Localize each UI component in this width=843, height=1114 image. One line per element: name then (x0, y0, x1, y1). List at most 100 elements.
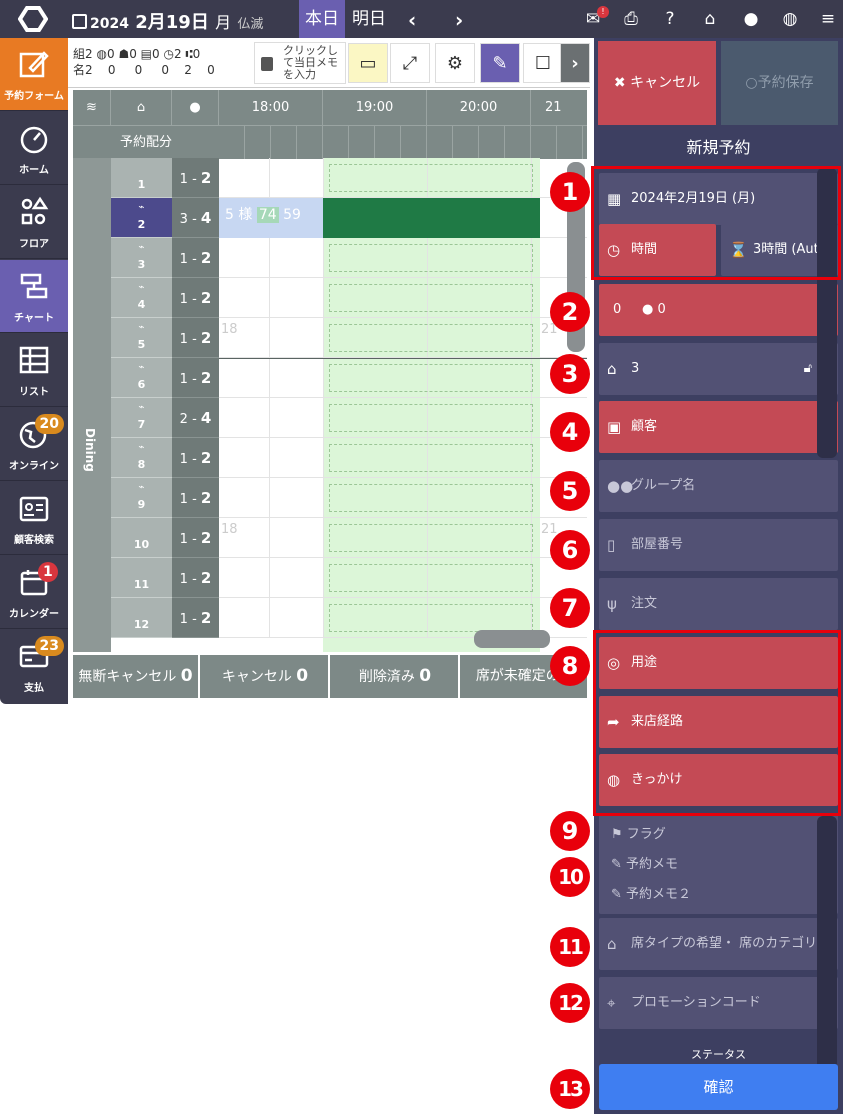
reservation-block[interactable]: 5 様 74 59 (219, 198, 323, 238)
table-number-cell[interactable]: ⌁ 3 (111, 238, 172, 278)
grid-line (323, 318, 324, 358)
available-slot[interactable] (329, 324, 533, 352)
menu-icon[interactable]: ≡ (818, 9, 838, 29)
calendar-count-badge: 1 (38, 562, 58, 582)
table-capacity: 3 - 4 (172, 198, 219, 238)
settings-button[interactable]: ⚙ (435, 43, 475, 83)
customer-field[interactable]: ▣ 顧客 (599, 401, 838, 453)
table-number-cell[interactable]: ⌁ 4 (111, 278, 172, 318)
group-icon: ●● (607, 477, 634, 495)
sidebar-item-customer-search[interactable]: 顧客検索 (0, 482, 68, 555)
toolbar-next-button[interactable]: › (560, 43, 590, 83)
account-icon[interactable]: ● (741, 9, 761, 29)
layers-icon[interactable]: ≋ (73, 90, 111, 125)
edit-mode-button[interactable]: ✎ (480, 43, 520, 83)
daily-memo-input[interactable]: クリックして当日メモを入力 (254, 42, 346, 84)
daily-memo-text: クリックして当日メモを入力 (283, 44, 338, 81)
available-slot[interactable] (329, 484, 533, 512)
table-number-cell[interactable]: 1 (111, 158, 172, 198)
expand-button[interactable]: ⤢ (390, 43, 430, 83)
sidebar-item-list[interactable]: リスト (0, 334, 68, 407)
table-number: 4 (137, 298, 146, 311)
sidebar-item-calendar[interactable]: 1 カレンダー (0, 556, 68, 629)
available-slot[interactable] (329, 444, 533, 472)
table-number-cell[interactable]: ⌁ 5 (111, 318, 172, 358)
promo-code-field[interactable]: ⌖ プロモーションコード (599, 977, 838, 1029)
help-icon[interactable]: ? (660, 9, 680, 29)
next-day-chevron-icon[interactable]: › (455, 8, 463, 32)
today-button[interactable]: 本日 (299, 0, 345, 38)
capacity-min: 1 (179, 612, 188, 627)
table-number-cell[interactable]: ⌁ 8 (111, 438, 172, 478)
prev-day-chevron-icon[interactable]: ‹ (408, 8, 416, 32)
app-logo-icon[interactable] (18, 6, 48, 32)
print-icon[interactable]: ⎙ (621, 9, 641, 29)
table-list-icon (19, 346, 49, 374)
confirm-status-button[interactable]: 確認 (599, 1064, 838, 1110)
grid-horizontal-scrollbar[interactable] (474, 630, 550, 648)
sidebar-item-payment[interactable]: 23 支払 (0, 630, 68, 703)
sidebar-item-online[interactable]: 20 オンライン (0, 408, 68, 481)
current-date[interactable]: 2024 2月19日 月 仏滅 (72, 8, 263, 34)
step-marker: 2 (550, 292, 590, 332)
available-slot[interactable] (329, 164, 533, 192)
sidebar-item-reservation-form[interactable]: 予約フォーム (0, 38, 68, 111)
faint-time-label: 18 (221, 522, 238, 537)
cancel-count-button[interactable]: キャンセル 0 (202, 655, 330, 698)
tomorrow-button[interactable]: 明日 (346, 0, 392, 38)
capacity-separator: - (187, 252, 201, 267)
clipboard-icon: ▤ (140, 47, 153, 61)
seat-type-field[interactable]: ⌂ 席タイプの希望・ 席のカテゴリ (599, 918, 838, 970)
table-number-cell[interactable]: 10 (111, 518, 172, 558)
table-icon[interactable]: ⌂ (111, 90, 172, 125)
select-checkbox[interactable]: ☐ (523, 43, 563, 83)
order-field[interactable]: ψ 注文 (599, 578, 838, 630)
store-icon[interactable]: ⌂ (700, 9, 720, 29)
table-capacity: 1 - 2 (172, 438, 219, 478)
unlock-icon[interactable]: 🔓︎ (804, 343, 812, 395)
table-capacity: 1 - 2 (172, 158, 219, 198)
deleted-count-button[interactable]: 削除済み 0 (332, 655, 460, 698)
sidebar-item-chart[interactable]: チャート (0, 260, 68, 333)
new-reservation-block[interactable] (323, 198, 540, 238)
available-slot[interactable] (329, 524, 533, 552)
person-icon[interactable]: ● (172, 90, 219, 125)
no-show-cancel-button[interactable]: 無断キャンセル 0 (73, 655, 200, 698)
cancel-button[interactable]: ✖ キャンセル (598, 41, 716, 125)
table-field[interactable]: ⌂ 3 🔓︎ (599, 343, 838, 395)
sidebar-item-label: 顧客検索 (14, 535, 54, 546)
available-slot[interactable] (329, 284, 533, 312)
table-capacity: 1 - 2 (172, 598, 219, 638)
save-reservation-button[interactable]: ○予約保存 (721, 41, 838, 125)
table-number-cell[interactable]: ⌁ 7 (111, 398, 172, 438)
globe-icon[interactable]: ◍ (780, 9, 800, 29)
sidebar-item-home[interactable]: ホーム (0, 112, 68, 185)
memo1-row[interactable]: ✎ 予約メモ (611, 850, 678, 880)
table-capacity: 1 - 2 (172, 558, 219, 598)
allocation-slots[interactable] (219, 126, 587, 159)
flags-and-memos[interactable]: ⚑ フラグ ✎ 予約メモ ✎ 予約メモ２ (599, 814, 838, 914)
room-number-field[interactable]: ▯ 部屋番号 (599, 519, 838, 571)
available-slot[interactable] (329, 404, 533, 432)
presentation-view-button[interactable]: ▭ (348, 43, 388, 83)
available-slot[interactable] (329, 364, 533, 392)
available-slot[interactable] (329, 604, 533, 632)
table-number-cell[interactable]: ⌁ 9 (111, 478, 172, 518)
panel-scrollbar-bottom[interactable] (817, 816, 837, 1106)
status-label: ステータス (691, 1048, 746, 1061)
table-number-cell[interactable]: 12 (111, 598, 172, 638)
flag-row[interactable]: ⚑ フラグ (611, 820, 666, 850)
table-number-cell[interactable]: ⌁ 6 (111, 358, 172, 398)
table-number-cell[interactable]: 11 (111, 558, 172, 598)
sidebar-item-floor[interactable]: フロア (0, 186, 68, 259)
available-slot[interactable] (329, 244, 533, 272)
summary-count: 0 (296, 666, 309, 686)
grid-line (269, 238, 270, 278)
party-size-field[interactable]: 0 ● 0 (599, 284, 838, 336)
memo2-row[interactable]: ✎ 予約メモ２ (611, 880, 691, 910)
available-slot[interactable] (329, 564, 533, 592)
smoking-icon: ⌁ (138, 242, 145, 253)
pencil-icon: ✎ (492, 53, 508, 74)
group-name-field[interactable]: ●● グループ名 (599, 460, 838, 512)
table-number-cell[interactable]: ⌁ 2 (111, 198, 172, 238)
